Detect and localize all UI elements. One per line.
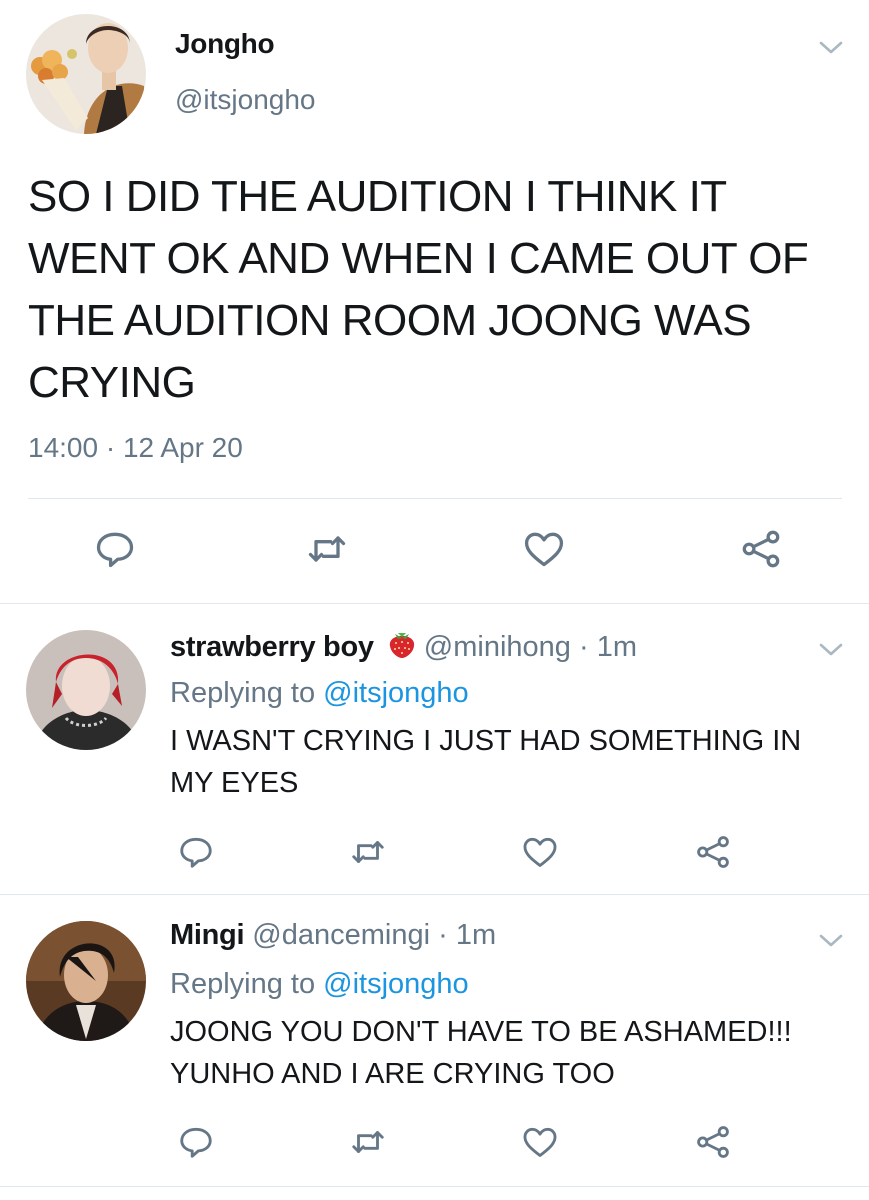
chevron-down-icon[interactable] [818,931,844,949]
reply-tweet[interactable]: strawberry boy @minihong · 1m Replying t… [0,604,869,893]
chevron-down-icon[interactable] [818,38,844,56]
retweet-icon [308,536,346,562]
divider [28,498,842,499]
author-name[interactable]: strawberry boy [170,631,374,663]
reply-time[interactable]: 1m [597,631,637,663]
tweet-actions [0,525,869,575]
separator-dot: · [578,631,589,663]
reply-actions [0,828,869,878]
like-button[interactable] [516,1118,564,1166]
reply-button[interactable] [172,1118,220,1166]
replying-prefix: Replying to [170,677,316,709]
heart-icon [523,837,557,867]
tweet-timestamp[interactable]: 14:00 · 12 Apr 20 [28,432,243,464]
author-handle[interactable]: @itsjongho [175,84,316,116]
replying-to: Replying to @itsjongho [170,677,469,710]
replying-prefix: Replying to [170,968,316,1000]
replying-to-link[interactable]: @itsjongho [323,677,469,709]
author-handle[interactable]: @dancemingi [252,919,430,951]
reply-tweet[interactable]: Mingi @dancemingi · 1m Replying to @itsj… [0,895,869,1185]
replying-to-link[interactable]: @itsjongho [323,968,469,1000]
reply-icon [180,1127,212,1158]
like-button[interactable] [516,828,564,876]
author-name[interactable]: Jongho [175,28,275,60]
reply-actions [0,1118,869,1168]
replying-to: Replying to @itsjongho [170,968,469,1001]
heart-icon [524,532,564,567]
avatar[interactable] [26,630,146,750]
author-handle[interactable]: @minihong [424,631,571,663]
share-icon [697,836,729,868]
avatar[interactable] [26,921,146,1041]
main-tweet: Jongho @itsjongho SO I DID THE AUDITION … [0,0,869,604]
retweet-icon [352,841,384,863]
retweet-button[interactable] [303,525,351,573]
tweet-text: SO I DID THE AUDITION I THINK IT WENT OK… [28,172,809,407]
heart-icon [523,1127,557,1157]
like-button[interactable] [520,525,568,573]
reply-header: Mingi @dancemingi · 1m [170,919,496,952]
divider [0,1186,869,1187]
retweet-button[interactable] [344,828,392,876]
retweet-button[interactable] [344,1118,392,1166]
chevron-down-icon[interactable] [818,640,844,658]
retweet-icon [352,1131,384,1153]
reply-text: JOONG YOU DON'T HAVE TO BE ASHAMED!!! YU… [170,1016,792,1090]
separator-dot: · [438,919,448,951]
share-button[interactable] [689,1118,737,1166]
reply-icon [180,837,212,868]
author-name[interactable]: Mingi [170,919,245,951]
reply-header: strawberry boy @minihong · 1m [170,628,637,668]
avatar[interactable] [26,14,146,134]
reply-text: I WASN'T CRYING I JUST HAD SOMETHING IN … [170,725,802,799]
reply-icon [96,532,134,568]
share-button[interactable] [737,525,785,573]
share-icon [697,1126,729,1158]
reply-time[interactable]: 1m [456,919,496,951]
reply-button[interactable] [91,525,139,573]
reply-button[interactable] [172,828,220,876]
strawberry-icon [386,628,418,668]
share-icon [742,530,780,568]
share-button[interactable] [689,828,737,876]
